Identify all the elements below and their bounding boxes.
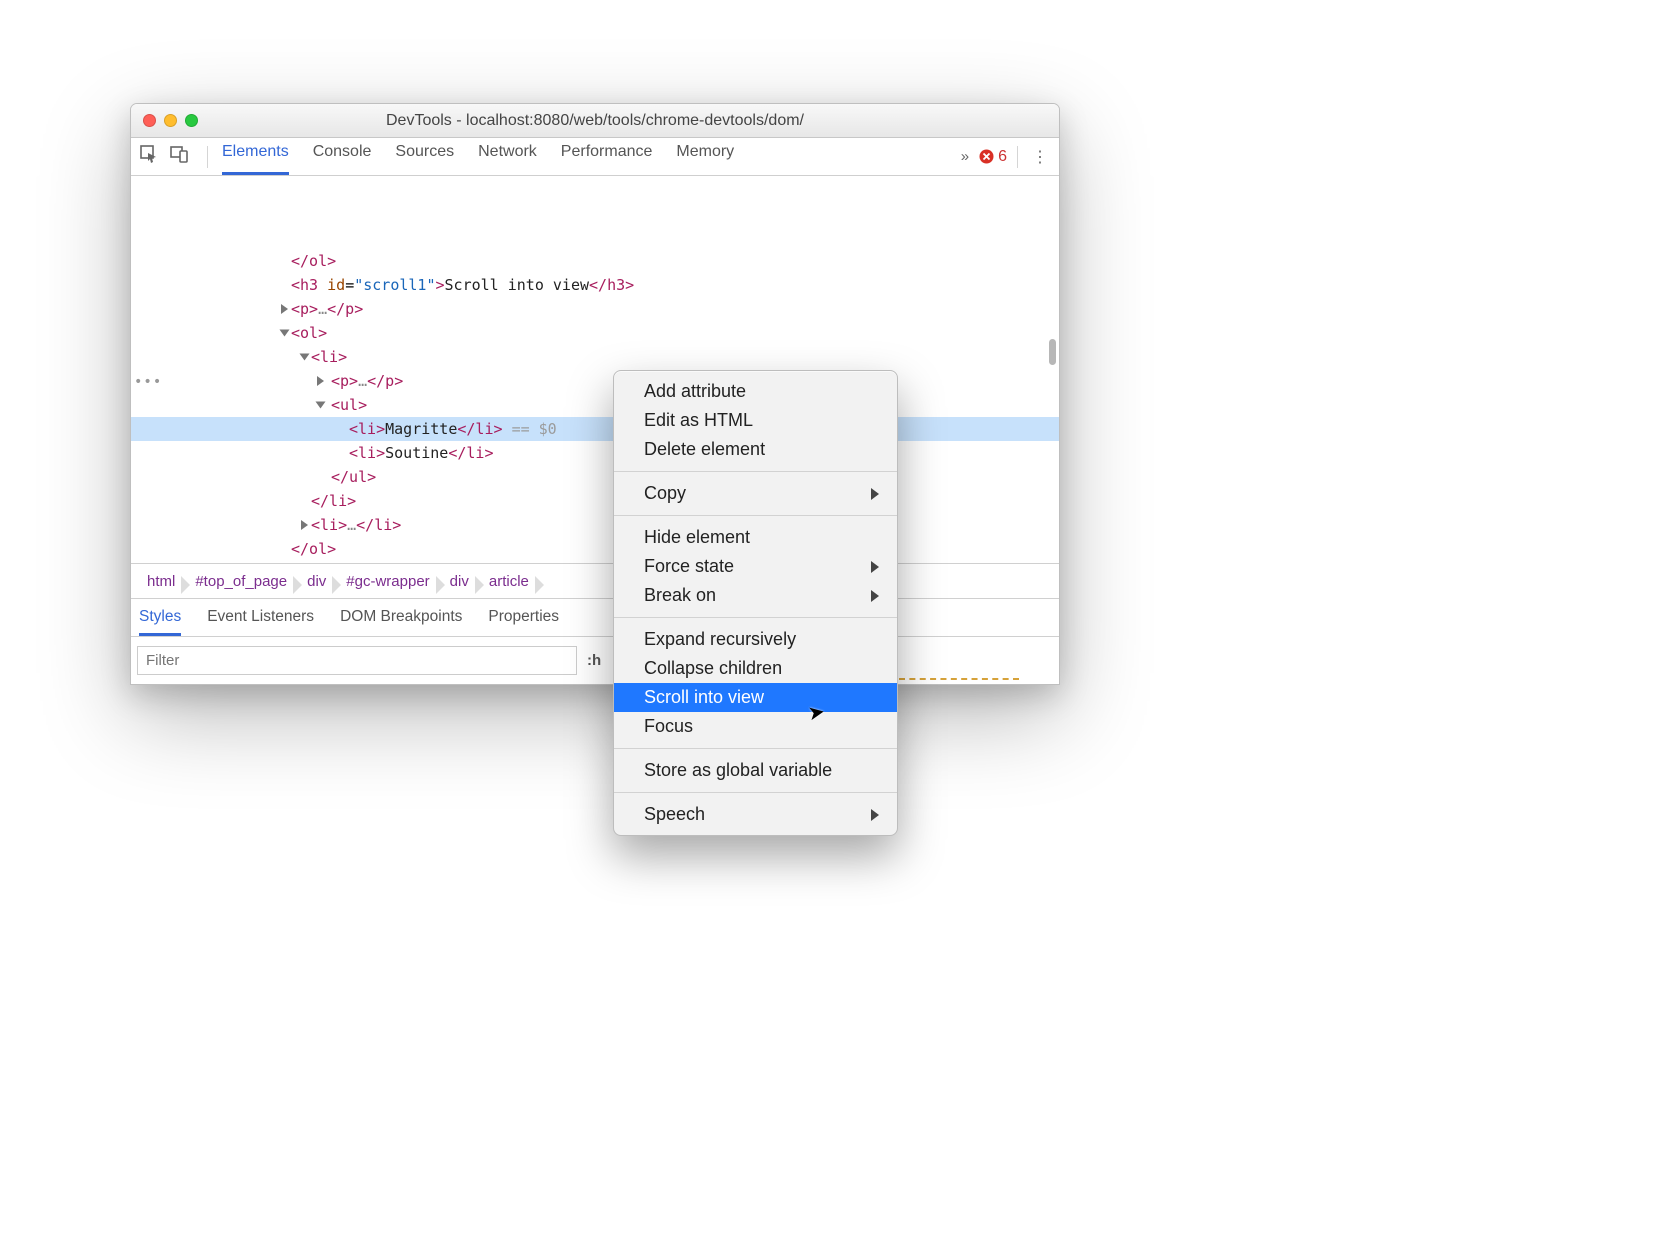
styles-tab-event-listeners[interactable]: Event Listeners [207,608,314,636]
error-count: 6 [998,148,1007,166]
dom-tree-line[interactable]: <p>…</p> [131,369,1059,393]
context-menu-item[interactable]: Collapse children [614,654,897,683]
context-menu-item[interactable]: Break on [614,581,897,610]
disclosure-triangle-icon[interactable] [317,376,324,386]
window-title: DevTools - localhost:8080/web/tools/chro… [131,112,1059,130]
breadcrumb-item[interactable]: div [440,573,479,590]
traffic-lights [143,114,198,127]
context-menu-separator [614,792,897,793]
breadcrumb-item[interactable]: html [137,573,185,590]
disclosure-triangle-icon[interactable] [280,330,290,337]
context-menu-item[interactable]: Delete element [614,435,897,464]
styles-tab-dom-breakpoints[interactable]: DOM Breakpoints [340,608,462,636]
dom-tree-line[interactable]: <h3 id="scroll1">Scroll into view</h3> [131,273,1059,297]
dom-tree-line[interactable]: <li>Magritte</li> == $0 [131,417,1059,441]
context-menu: Add attributeEdit as HTMLDelete element C… [613,370,898,836]
context-menu-item[interactable]: Scroll into view [614,683,897,712]
context-menu-item[interactable]: Store as global variable [614,756,897,785]
styles-tab-styles[interactable]: Styles [139,608,181,636]
submenu-arrow-icon [871,488,879,500]
kebab-menu-icon[interactable]: ⋮ [1028,147,1053,167]
tab-console[interactable]: Console [313,138,372,175]
context-menu-item[interactable]: Force state [614,552,897,581]
submenu-arrow-icon [871,590,879,602]
dom-tree-line[interactable]: </ul> [131,465,1059,489]
close-window-button[interactable] [143,114,156,127]
minimize-window-button[interactable] [164,114,177,127]
context-menu-item[interactable]: Speech [614,800,897,829]
titlebar: DevTools - localhost:8080/web/tools/chro… [131,104,1059,138]
disclosure-triangle-icon[interactable] [300,354,310,361]
inspect-element-icon[interactable] [139,144,159,169]
tab-sources[interactable]: Sources [395,138,454,175]
context-menu-item[interactable]: Copy [614,479,897,508]
context-menu-separator [614,748,897,749]
context-menu-item[interactable]: Add attribute [614,377,897,406]
dom-tree-line[interactable]: </ol> [131,537,1059,561]
dom-tree-line[interactable]: </li> [131,489,1059,513]
dom-tree-line[interactable]: <ol> [131,321,1059,345]
dom-tree-line[interactable]: <ul> [131,393,1059,417]
styles-tab-properties[interactable]: Properties [488,608,559,636]
breadcrumb-item[interactable]: div [297,573,336,590]
styles-tabs: Styles Event Listeners DOM Breakpoints Prop… [131,599,1059,637]
context-menu-separator [614,617,897,618]
toolbar-divider [207,146,208,168]
breadcrumb-item[interactable]: #gc-wrapper [336,573,439,590]
submenu-arrow-icon [871,809,879,821]
more-tabs-icon[interactable]: » [961,148,969,165]
tab-network[interactable]: Network [478,138,537,175]
maximize-window-button[interactable] [185,114,198,127]
context-menu-item[interactable]: Hide element [614,523,897,552]
context-menu-separator [614,515,897,516]
tab-elements[interactable]: Elements [222,138,289,175]
inherited-rule-strip [899,678,1019,685]
dom-tree-line[interactable]: </ol> [131,249,1059,273]
tab-performance[interactable]: Performance [561,138,653,175]
styles-filter-row: :h [131,637,1059,684]
disclosure-triangle-icon[interactable] [316,402,326,409]
device-toggle-icon[interactable] [169,144,189,169]
breadcrumb-item[interactable]: #top_of_page [185,573,297,590]
dom-tree-line[interactable]: <li> [131,345,1059,369]
context-menu-separator [614,471,897,472]
error-count-badge[interactable]: 6 [979,148,1007,166]
dom-tree-line[interactable]: <p>…</p> [131,297,1059,321]
elements-tree[interactable]: ••• </ol><h3 id="scroll1">Scroll into vi… [131,177,1059,564]
hover-toggle[interactable]: :h [587,652,601,669]
vertical-scrollbar[interactable] [1049,339,1056,365]
submenu-arrow-icon [871,561,879,573]
dom-tree-line[interactable]: <li>Soutine</li> [131,441,1059,465]
tab-memory[interactable]: Memory [676,138,734,175]
dom-tree-line[interactable]: <li>…</li> [131,513,1059,537]
toolbar: Elements Console Sources Network Performance… [131,138,1059,176]
disclosure-triangle-icon[interactable] [301,520,308,530]
context-menu-item[interactable]: Edit as HTML [614,406,897,435]
toolbar-divider [1017,146,1018,168]
devtools-window: DevTools - localhost:8080/web/tools/chro… [130,103,1060,685]
disclosure-triangle-icon[interactable] [281,304,288,314]
context-menu-item[interactable]: Expand recursively [614,625,897,654]
breadcrumbs: html#top_of_pagediv#gc-wrapperdivarticle [131,564,1059,599]
main-tabs: Elements Console Sources Network Performance… [222,138,734,175]
context-menu-item[interactable]: Focus [614,712,897,741]
breadcrumb-item[interactable]: article [479,573,539,590]
styles-filter-input[interactable] [137,646,577,675]
